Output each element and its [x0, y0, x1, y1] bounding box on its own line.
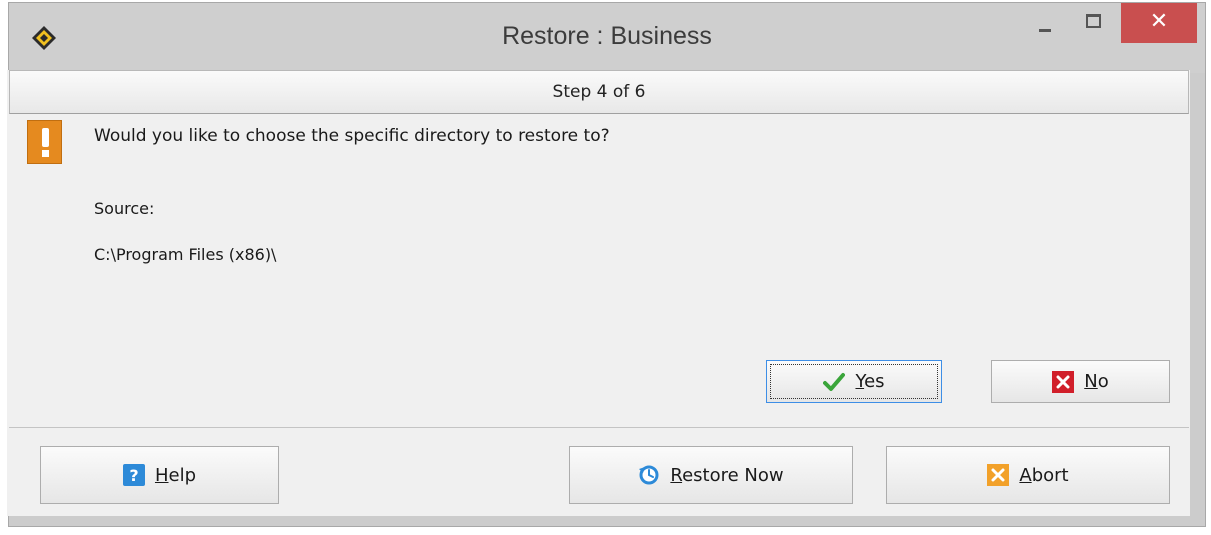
yes-button[interactable]: Yes: [766, 360, 942, 403]
close-icon: ✕: [1149, 9, 1169, 34]
no-label: No: [1084, 371, 1109, 392]
minimize-button[interactable]: [1020, 3, 1066, 41]
close-button[interactable]: ✕: [1121, 3, 1197, 43]
checkmark-icon: [823, 372, 846, 391]
title-bar[interactable]: Restore : Business ✕: [9, 3, 1205, 73]
clock-restore-icon: [639, 465, 659, 485]
restore-now-label: Restore Now: [670, 464, 784, 486]
focus-rectangle: [770, 364, 938, 399]
abort-icon: [987, 464, 1010, 486]
x-icon: [1052, 370, 1075, 393]
no-button[interactable]: No: [991, 360, 1170, 403]
help-button[interactable]: ? Help: [40, 446, 279, 504]
maximize-icon: [1086, 14, 1101, 28]
minimize-icon: [1039, 29, 1051, 32]
source-path: C:\Program Files (x86)\: [94, 245, 277, 264]
maximize-button[interactable]: [1070, 3, 1116, 41]
step-indicator: Step 4 of 6: [552, 82, 646, 102]
abort-button[interactable]: Abort: [886, 446, 1170, 504]
svg-text:?: ?: [129, 466, 138, 485]
source-label: Source:: [94, 199, 155, 218]
divider: [9, 427, 1189, 428]
warning-icon: [27, 120, 62, 164]
help-icon: ?: [122, 464, 145, 486]
step-header: Step 4 of 6: [9, 70, 1189, 114]
question-text: Would you like to choose the specific di…: [94, 126, 610, 146]
abort-label: Abort: [1019, 464, 1069, 486]
restore-now-button[interactable]: Restore Now: [569, 446, 853, 504]
help-label: Help: [154, 464, 197, 486]
